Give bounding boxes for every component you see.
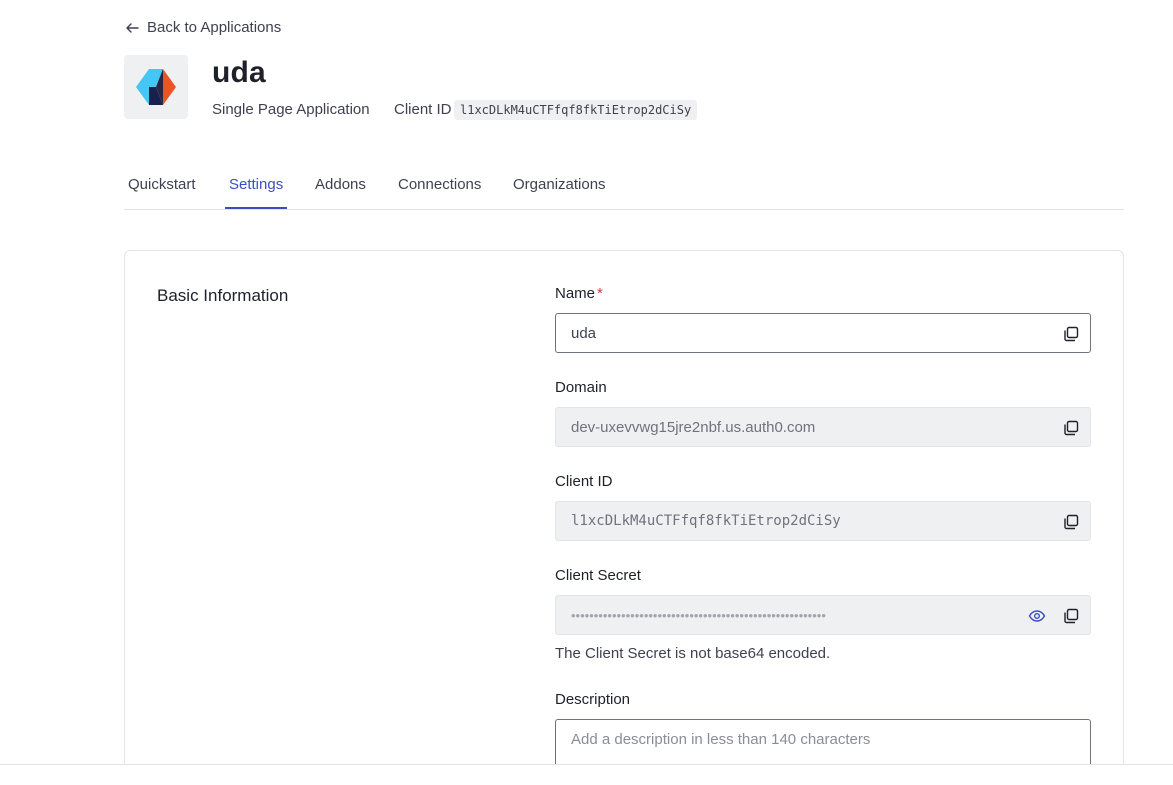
required-mark: * — [597, 285, 603, 302]
tab-connections[interactable]: Connections — [398, 176, 481, 209]
back-link-label: Back to Applications — [147, 19, 282, 36]
eye-icon[interactable] — [1028, 607, 1046, 625]
auth0-app-logo-icon — [136, 69, 176, 105]
description-placeholder: Add a description in less than 140 chara… — [571, 731, 871, 748]
name-label: Name * — [555, 285, 603, 302]
client-id-label: Client ID — [555, 473, 613, 490]
client-secret-hint: The Client Secret is not base64 encoded. — [555, 645, 831, 662]
tab-bar: Quickstart Settings Addons Connections O… — [124, 166, 1124, 210]
app-logo — [124, 55, 188, 119]
client-secret-field[interactable]: ••••••••••••••••••••••••••••••••••••••••… — [555, 595, 1091, 635]
active-tab-indicator — [225, 207, 287, 209]
viewport-bottom — [0, 765, 1173, 785]
arrow-left-icon — [126, 22, 139, 33]
tab-addons[interactable]: Addons — [315, 176, 366, 209]
description-label: Description — [555, 691, 631, 708]
header-client-id-label: Client ID — [394, 101, 452, 118]
domain-field[interactable]: dev-uxevvwg15jre2nbf.us.auth0.com — [555, 407, 1091, 447]
domain-label: Domain — [555, 379, 607, 396]
name-field[interactable]: uda — [555, 313, 1091, 353]
tab-organizations[interactable]: Organizations — [513, 176, 606, 209]
copy-icon[interactable] — [1062, 607, 1080, 625]
copy-icon[interactable] — [1062, 419, 1080, 437]
page-title: uda — [212, 56, 266, 89]
client-id-field[interactable]: l1xcDLkM4uCTFfqf8fkTiEtrop2dCiSy — [555, 501, 1091, 541]
client-secret-label: Client Secret — [555, 567, 641, 584]
app-type: Single Page Application — [212, 101, 370, 118]
copy-icon[interactable] — [1062, 325, 1080, 343]
domain-field-value: dev-uxevvwg15jre2nbf.us.auth0.com — [571, 418, 816, 436]
tab-quickstart[interactable]: Quickstart — [128, 176, 196, 209]
tab-settings[interactable]: Settings — [229, 176, 283, 209]
section-title: Basic Information — [157, 286, 289, 305]
name-label-text: Name — [555, 285, 596, 302]
client-secret-masked-value: ••••••••••••••••••••••••••••••••••••••••… — [571, 607, 826, 623]
header-client-id-value: l1xcDLkM4uCTFfqf8fkTiEtrop2dCiSy — [454, 100, 698, 120]
client-id-field-value: l1xcDLkM4uCTFfqf8fkTiEtrop2dCiSy — [571, 513, 841, 529]
copy-icon[interactable] — [1062, 513, 1080, 531]
back-to-applications-link[interactable]: Back to Applications — [125, 19, 281, 36]
name-field-value: uda — [571, 324, 597, 342]
